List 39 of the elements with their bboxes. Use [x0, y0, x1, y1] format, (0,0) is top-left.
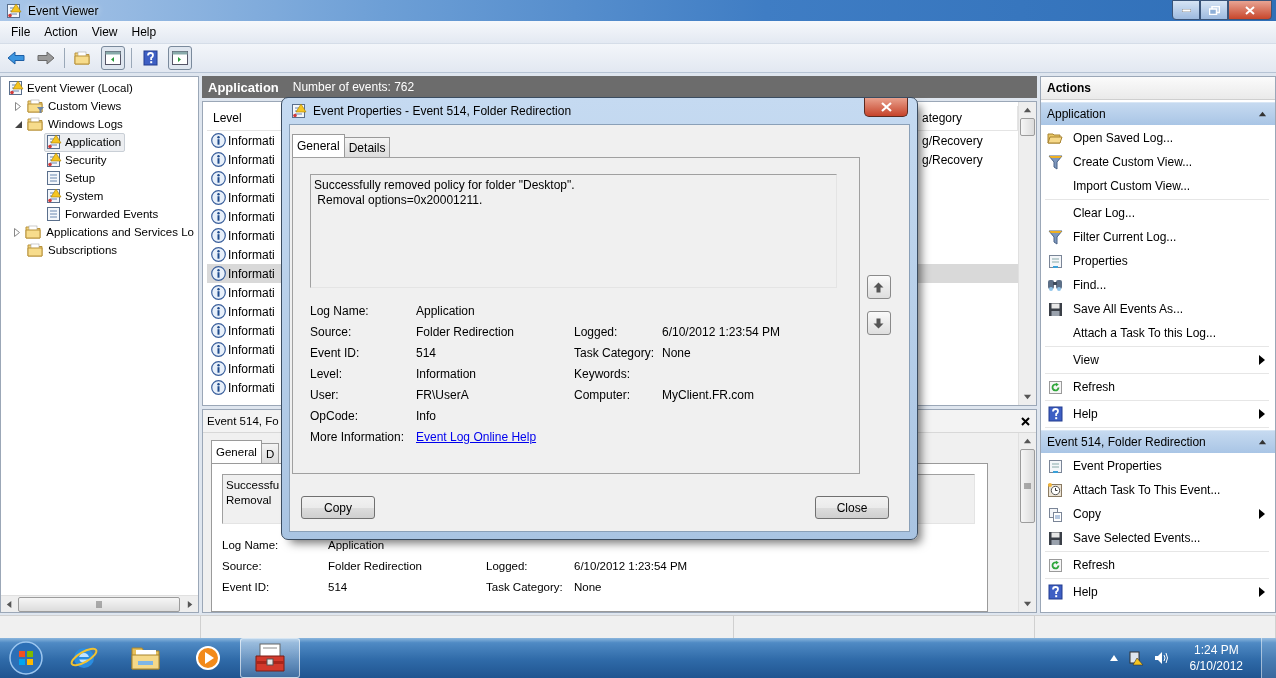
field-label: OpCode:	[310, 408, 360, 423]
field-value: Application	[328, 538, 386, 551]
field-value: Information	[416, 366, 478, 381]
field-label: Logged:	[486, 559, 529, 572]
field-label: Task Category:	[486, 580, 564, 593]
field-value: Application	[416, 303, 476, 318]
field-value: MyClient.FR.com	[662, 387, 755, 402]
actions-title: Actions	[1041, 77, 1275, 100]
field-value: Folder Redirection	[416, 324, 516, 339]
window-title: Event Viewer	[28, 3, 99, 18]
dialog-title: Event Properties - Event 514, Folder Redirection	[313, 104, 572, 118]
field-value: Folder Redirection	[328, 559, 423, 572]
field-label: Keywords:	[574, 366, 632, 381]
field-label: Event ID:	[222, 580, 271, 593]
field-value: None	[662, 345, 692, 360]
field-label: Logged:	[574, 324, 619, 339]
field-label: Log Name:	[310, 303, 370, 318]
event-count: Number of events: 762	[292, 80, 415, 94]
field-value: 6/10/2012 1:23:54 PM	[574, 559, 689, 572]
clock-time: 1:24 PM	[1193, 642, 1239, 658]
field-label: Source:	[310, 324, 353, 339]
field-label: User:	[310, 387, 340, 402]
message-box: Successfully removed policy for folder "Desktop". Removal options=0x20001211.	[310, 174, 837, 288]
field-label: More Information:	[310, 429, 406, 444]
field-label: Computer:	[574, 387, 632, 402]
field-value: 514	[328, 580, 349, 593]
field-label: Task Category:	[574, 345, 656, 360]
field-label: Event ID:	[310, 345, 361, 360]
field-value: FR\UserA	[416, 387, 470, 402]
field-label: Level:	[310, 366, 344, 381]
field-value: 514	[416, 345, 438, 360]
log-title: Application	[208, 79, 279, 95]
field-value: None	[574, 580, 603, 593]
field-label: Log Name:	[222, 538, 280, 551]
field-label: Source:	[222, 559, 263, 572]
preview-title: Event 514, Fo	[207, 415, 279, 427]
field-value: Info	[416, 408, 437, 423]
field-value: 6/10/2012 1:23:54 PM	[662, 324, 782, 339]
clock-date: 6/10/2012	[1189, 658, 1243, 674]
